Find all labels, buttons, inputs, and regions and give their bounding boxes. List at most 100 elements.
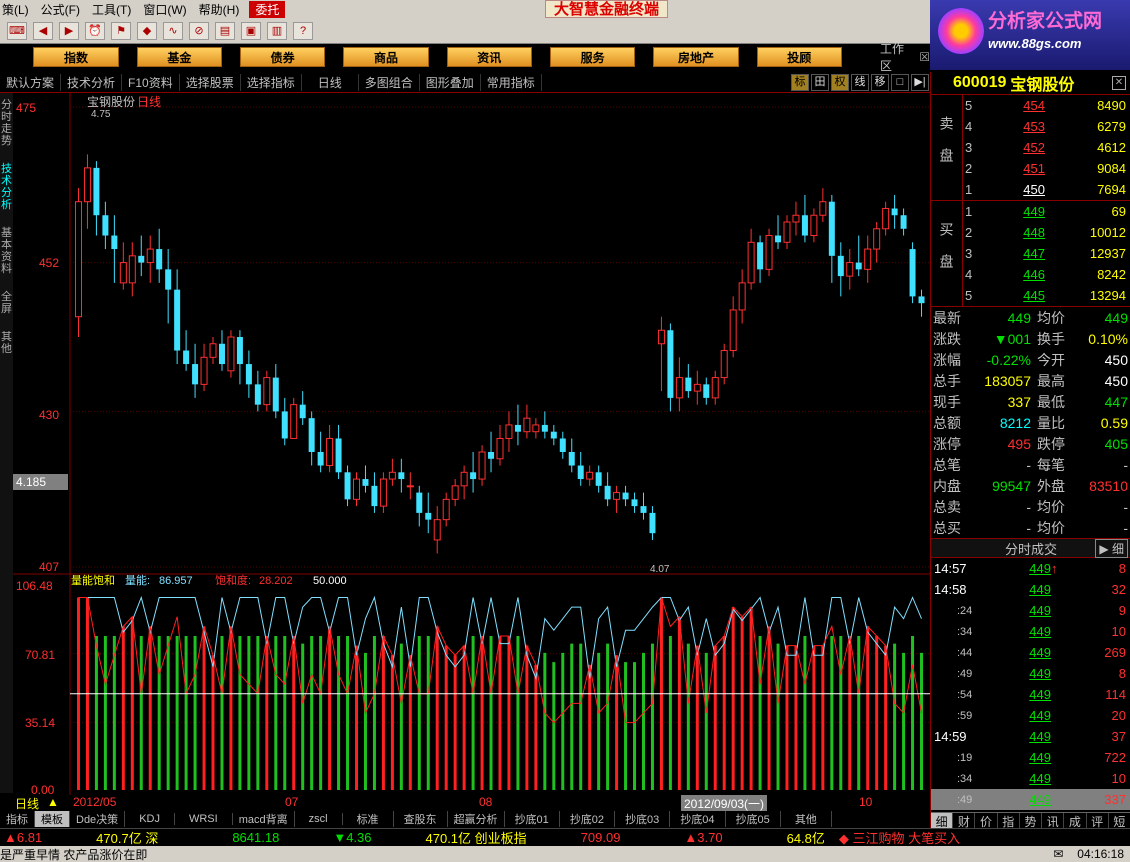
back-icon[interactable]: ◀ [33,21,53,40]
vtab-fundamentals[interactable]: 基本资料 [0,227,13,275]
mark-icon[interactable]: 标 [791,73,809,91]
btab-bottom05[interactable]: 抄底05 [726,811,781,827]
right-tab[interactable]: 成 [1064,813,1087,829]
func-common-indicator[interactable]: 常用指标 [481,73,542,91]
ticker-item-8[interactable]: ◆ 三江购物 大笔买入 [839,828,960,847]
func-technical-analysis[interactable]: 技术分析 [61,73,123,91]
trade-row[interactable]: 14:57 449 ↑ 8 [931,558,1130,579]
btab-macd[interactable]: macd背离 [233,811,295,827]
window-icon[interactable]: ▣ [241,21,261,40]
vtab-technical[interactable]: 技术分析 [0,163,13,211]
sell-row[interactable]: 5 454 8490 [963,95,1130,116]
right-tab[interactable]: 短 [1109,813,1130,829]
sell-row[interactable]: 2 451 9084 [963,158,1130,179]
menu-item-strategy[interactable]: 策(L) [0,1,39,18]
forward-icon[interactable]: ▶ [59,21,79,40]
kline-chart[interactable]: 475 452 430 407 宝钢股份 日线 4.75 4.07 量能饱和 量… [13,93,930,795]
buy-row[interactable]: 4 446 8242 [963,264,1130,285]
btab-wrsi[interactable]: WRSI [175,813,233,825]
buy-row[interactable]: 5 445 13294 [963,285,1130,306]
period-arrow-icon[interactable]: ▲ [47,795,59,809]
news-scroller[interactable]: 是严重早情 农产品涨价在即 [0,846,147,862]
sell-price[interactable]: 450 [977,182,1045,197]
right-tab[interactable]: 财 [953,813,976,829]
trade-row[interactable]: 14:59 449 37 [931,726,1130,747]
category-index-button[interactable]: 指数 [33,47,119,67]
category-advisor-button[interactable]: 投顾 [756,47,842,67]
trade-row[interactable]: :54 449 114 [931,684,1130,705]
menu-item-tools[interactable]: 工具(T) [90,1,141,18]
sell-price[interactable]: 451 [977,161,1045,176]
move-icon[interactable]: 移 [871,73,889,91]
grid-icon[interactable]: 田 [811,73,829,91]
chart-svg[interactable]: 475 452 430 407 宝钢股份 日线 4.75 4.07 量能饱和 量… [13,93,930,795]
end-icon[interactable]: ▶| [911,73,929,91]
sell-price[interactable]: 452 [977,140,1045,155]
category-realestate-button[interactable]: 房地产 [653,47,739,67]
buy-row[interactable]: 1 449 69 [963,201,1130,222]
frame-icon[interactable]: □ [891,73,909,91]
category-bond-button[interactable]: 债券 [239,47,326,67]
sell-row[interactable]: 4 453 6279 [963,116,1130,137]
sell-row[interactable]: 3 452 4612 [963,137,1130,158]
right-tab[interactable]: 评 [1087,813,1109,829]
btab-bottom03[interactable]: 抄底03 [615,811,671,827]
trade-row[interactable]: :24 449 9 [931,600,1130,621]
help-pointer-icon[interactable]: ? [293,21,313,40]
flag-icon[interactable]: ⚑ [111,21,131,40]
buy-row[interactable]: 2 448 10012 [963,222,1130,243]
buy-price[interactable]: 445 [977,288,1045,303]
wave-icon[interactable]: ∿ [163,21,183,40]
trade-row[interactable]: 14:58 449 32 [931,579,1130,600]
workarea-close-icon[interactable]: ☒ [919,50,930,64]
btab-dde[interactable]: Dde决策 [70,811,126,827]
category-news-button[interactable]: 资讯 [446,47,532,67]
right-tab[interactable]: 势 [1020,813,1043,829]
right-tab[interactable]: 价 [975,813,998,829]
mail-icon[interactable]: ✉ [1053,847,1063,861]
buy-price[interactable]: 446 [977,267,1045,282]
period-label[interactable]: 日线 [15,795,39,812]
buy-price[interactable]: 449 [977,204,1045,219]
btab-super-analysis[interactable]: 超赢分析 [448,811,505,827]
func-select-indicator[interactable]: 选择指标 [241,73,302,91]
right-tab[interactable]: 指 [998,813,1020,829]
func-overlay[interactable]: 图形叠加 [420,73,481,91]
btab-other[interactable]: 其他 [781,811,832,827]
close-icon[interactable]: ✕ [1112,76,1126,90]
trade-row[interactable]: :44 449 269 [931,642,1130,663]
btab-shareholders[interactable]: 查股东 [394,811,448,827]
func-period-daily[interactable]: 日线 [302,73,359,91]
func-select-stock[interactable]: 选择股票 [180,73,241,91]
btab-standard[interactable]: 标准 [343,811,394,827]
btab-indicator[interactable]: 指标 [0,811,35,827]
btab-template[interactable]: 模板 [35,811,70,827]
right-tab[interactable]: 细 [931,813,954,829]
zoom-icon[interactable]: ⊘ [189,21,209,40]
sell-row[interactable]: 1 450 7694 [963,179,1130,200]
btab-kdj[interactable]: KDJ [125,813,175,825]
trade-row[interactable]: :34 449 10 [931,768,1130,789]
func-multi-chart[interactable]: 多图组合 [359,73,420,91]
menu-item-help[interactable]: 帮助(H) [197,1,250,18]
bookmark-icon[interactable]: ▥ [267,21,287,40]
trade-row[interactable]: :34 449 10 [931,621,1130,642]
func-f10[interactable]: F10资料 [122,73,180,91]
btab-bottom04[interactable]: 抄底04 [670,811,726,827]
sell-price[interactable]: 454 [977,98,1045,113]
print-icon[interactable]: ▤ [215,21,235,40]
category-service-button[interactable]: 服务 [549,47,636,67]
buy-price[interactable]: 448 [977,225,1045,240]
keyboard-icon[interactable]: ⌨ [7,21,27,40]
vtab-other[interactable]: 其他 [0,331,13,355]
buy-price[interactable]: 447 [977,246,1045,261]
menu-item-trade[interactable]: 委托 [249,0,286,18]
sell-price[interactable]: 453 [977,119,1045,134]
trade-row[interactable]: :49 449 337 [931,789,1130,810]
menu-item-window[interactable]: 窗口(W) [141,1,196,18]
category-commodity-button[interactable]: 商品 [343,47,429,67]
trades-detail-button[interactable]: ▶ 细 [1095,538,1128,558]
trade-row[interactable]: :59 449 20 [931,705,1130,726]
diamond-icon[interactable]: ◆ [137,21,157,40]
btab-bottom01[interactable]: 抄底01 [505,811,560,827]
